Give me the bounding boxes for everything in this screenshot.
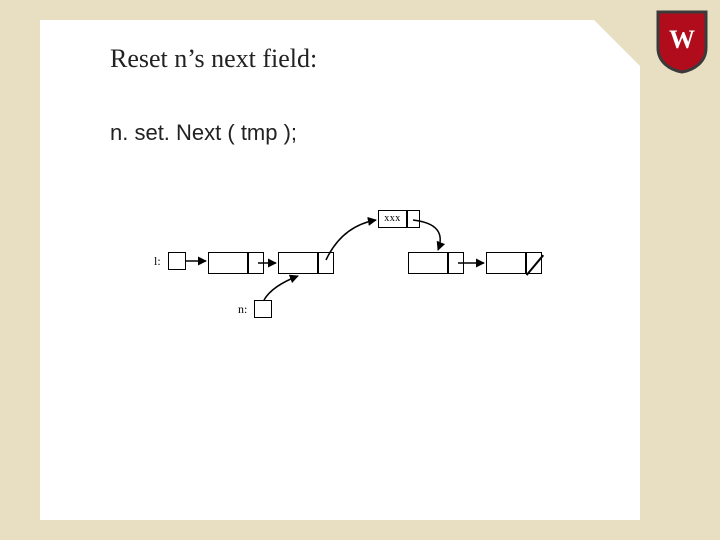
- slide-title: Reset n’s next field:: [40, 20, 640, 74]
- code-line: n. set. Next ( tmp );: [40, 74, 640, 146]
- linked-list-diagram: l: n: xxx: [150, 210, 580, 350]
- svg-text:W: W: [669, 25, 695, 54]
- slide-card: Reset n’s next field: n. set. Next ( tmp…: [40, 20, 640, 520]
- diagram-arrows: [150, 210, 580, 350]
- crest-logo: W: [656, 10, 708, 74]
